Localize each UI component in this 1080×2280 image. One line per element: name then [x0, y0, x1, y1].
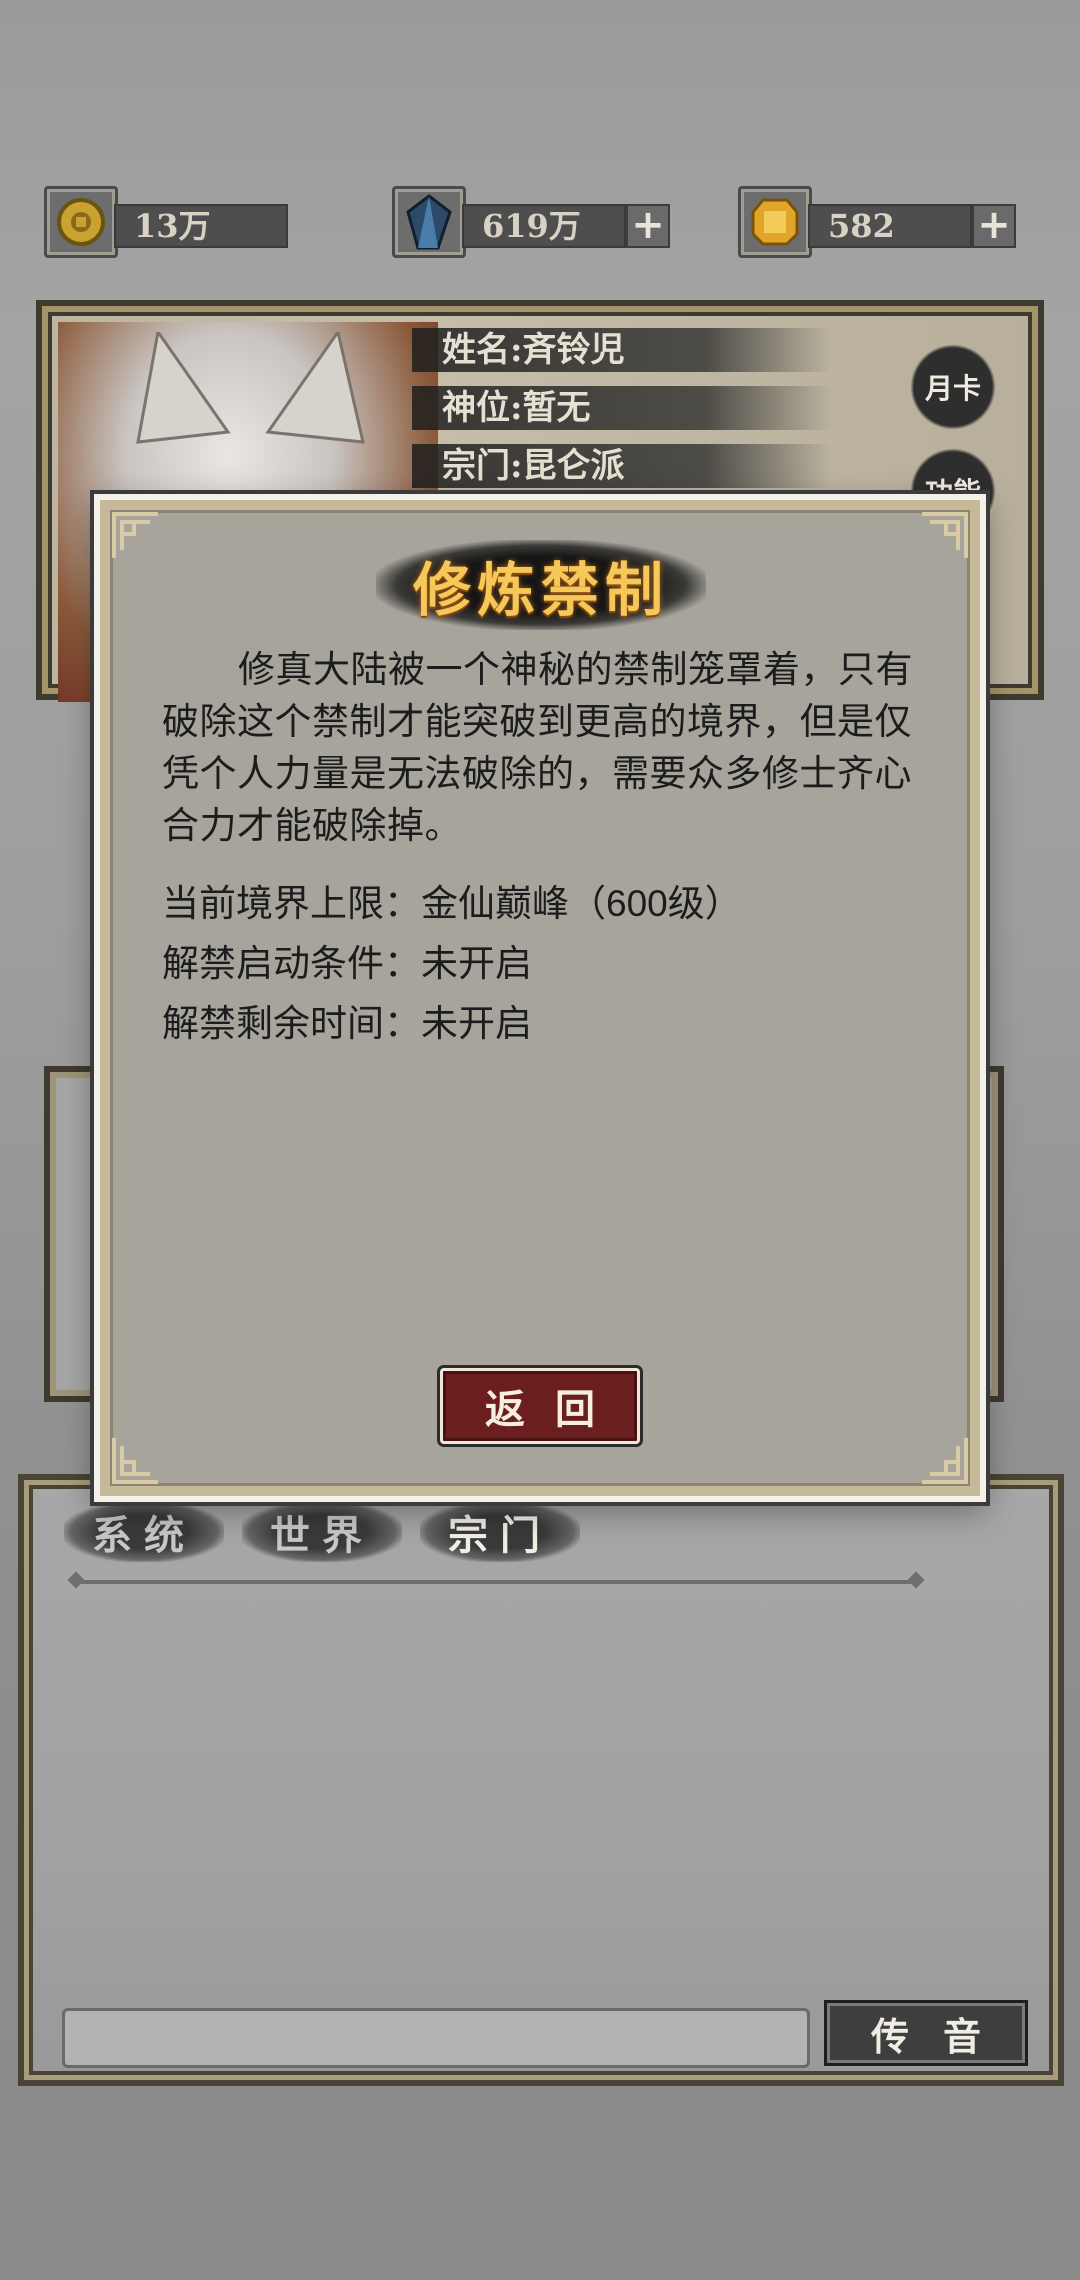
tab-world[interactable]: 世界 — [242, 1502, 402, 1562]
crystal-icon — [392, 186, 466, 258]
character-name: 姓名:斉铃児 — [412, 328, 832, 372]
coin-currency: 13万 — [44, 186, 288, 258]
corner-ornament-icon — [110, 1434, 162, 1486]
dialog-body: 修真大陆被一个神秘的禁制笼罩着，只有破除这个禁制才能突破到更高的境界，但是仅凭个… — [162, 644, 930, 1054]
unlock-condition-row: 解禁启动条件：未开启 — [162, 943, 532, 984]
tab-system[interactable]: 系统 — [64, 1502, 224, 1562]
unlock-time-row: 解禁剩余时间：未开启 — [162, 1003, 532, 1044]
character-sect: 宗门:昆仑派 — [412, 444, 832, 488]
gem-icon — [738, 186, 812, 258]
back-button[interactable]: 返回 — [440, 1368, 640, 1444]
dialog-title-banner: 修炼禁制 — [376, 540, 706, 630]
crystal-currency: 619万 + — [392, 186, 674, 258]
dialog-title: 修炼禁制 — [412, 556, 669, 624]
corner-ornament-icon — [918, 510, 970, 562]
crystal-amount: 619万 — [462, 204, 626, 248]
corner-ornament-icon — [918, 1434, 970, 1486]
gem-currency: 582 + — [738, 186, 1020, 258]
chat-input[interactable] — [62, 2008, 810, 2068]
add-gem-button[interactable]: + — [972, 204, 1016, 248]
cultivation-restriction-dialog: 修炼禁制 修真大陆被一个神秘的禁制笼罩着，只有破除这个禁制才能突破到更高的境界，… — [94, 494, 986, 1502]
realm-limit-row: 当前境界上限：金仙巅峰（600级） — [162, 883, 742, 924]
chat-panel: 系统 世界 宗门 传音 — [18, 1474, 1064, 2086]
tab-sect[interactable]: 宗门 — [420, 1502, 580, 1562]
add-crystal-button[interactable]: + — [626, 204, 670, 248]
corner-ornament-icon — [110, 510, 162, 562]
character-rank: 神位:暂无 — [412, 386, 832, 430]
coin-icon — [44, 186, 118, 258]
monthly-card-button[interactable]: 月卡 — [898, 342, 1008, 432]
tab-divider — [76, 1580, 916, 1584]
coin-amount: 13万 — [114, 204, 288, 248]
gem-amount: 582 — [808, 204, 972, 248]
send-message-button[interactable]: 传音 — [824, 2000, 1028, 2066]
dialog-description: 修真大陆被一个神秘的禁制笼罩着，只有破除这个禁制才能突破到更高的境界，但是仅凭个… — [162, 649, 913, 846]
